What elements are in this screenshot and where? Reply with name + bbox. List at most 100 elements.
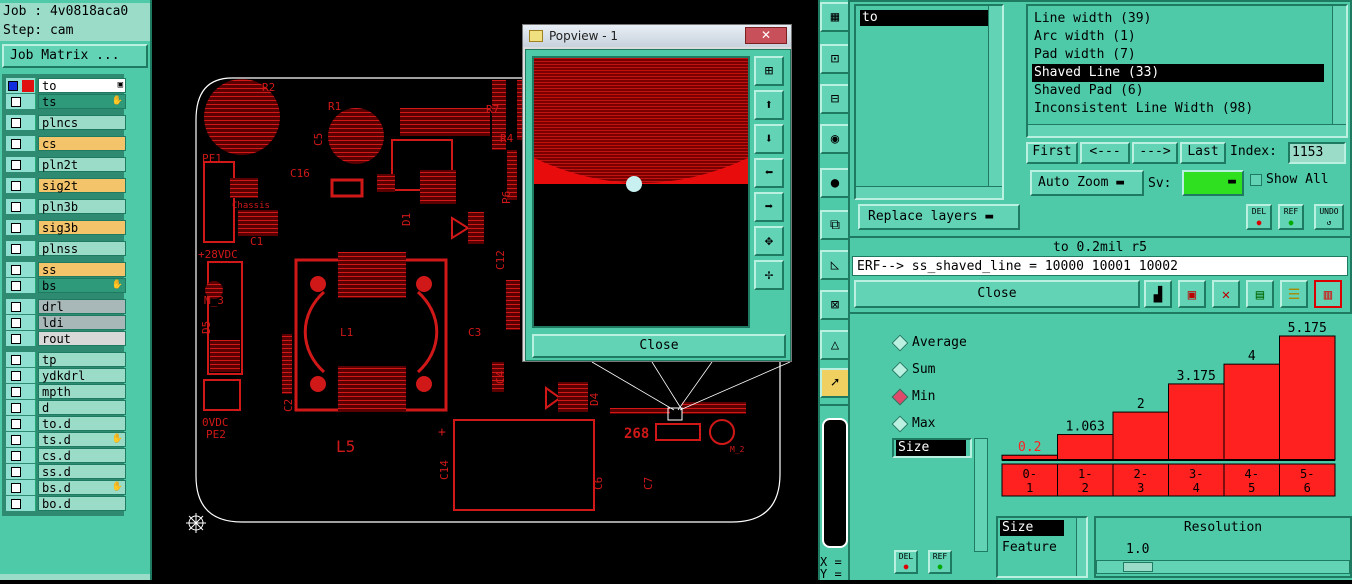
layer-name[interactable]: cs [38,136,126,151]
layer-toggle[interactable] [6,299,36,314]
tool-icon-3[interactable]: ⊟ [820,84,850,114]
layer-name[interactable]: rout [38,331,126,346]
layer-row-ss[interactable]: ss [6,262,126,277]
layer-toggle[interactable] [6,262,36,277]
layer-row-to[interactable]: to ▣ [6,78,126,93]
last-button[interactable]: Last [1180,142,1226,164]
layer-row-ts-d[interactable]: ts.d ✋ [6,432,126,447]
popview-canvas[interactable] [532,56,750,328]
job-matrix-button[interactable]: Job Matrix ... [2,44,148,68]
layer-checkbox[interactable] [11,318,21,328]
category-list[interactable]: Line width (39) Arc width (1) Pad width (7… [1026,4,1348,138]
stats-ref-button[interactable]: REF ● [928,550,952,574]
layer-row-tp[interactable]: tp [6,352,126,367]
stats-del-button[interactable]: DEL ● [894,550,918,574]
histogram-bar[interactable] [1112,411,1169,461]
histogram-bar[interactable] [1279,335,1336,461]
layer-checkbox[interactable] [11,371,21,381]
layer-row-pln3b[interactable]: pln3b [6,199,126,214]
dialog-ref-button[interactable]: REF ● [1278,204,1304,230]
cross-icon[interactable]: ✕ [1212,280,1240,308]
layer-toggle[interactable] [6,136,36,151]
measure-item-size[interactable]: Size [1000,520,1064,536]
layer-checkbox[interactable] [11,302,21,312]
layer-checkbox[interactable] [11,403,21,413]
layer-checkbox[interactable] [11,355,21,365]
layer-row-cs-d[interactable]: cs.d [6,448,126,463]
histogram-bar[interactable] [1168,383,1225,461]
layer-checkbox[interactable] [11,499,21,509]
layer-toggle[interactable] [6,157,36,172]
layer-name[interactable]: tp [38,352,126,367]
layer-row-cs[interactable]: cs [6,136,126,151]
layer-row-mpth[interactable]: mpth [6,384,126,399]
stat-option-average[interactable]: Average [890,334,990,352]
layer-name[interactable]: mpth [38,384,126,399]
layer-row-drl[interactable]: drl [6,299,126,314]
layer-checkbox[interactable] [11,467,21,477]
tool-icon-8[interactable]: ⊠ [820,290,850,320]
layer-checkbox[interactable] [11,451,21,461]
next-button[interactable]: ---> [1132,142,1178,164]
layer-toggle[interactable] [6,278,36,293]
list-icon[interactable]: ☰ [1280,280,1308,308]
layer-toggle[interactable] [6,115,36,130]
replace-layers-dropdown[interactable]: Replace layers ▬ [858,204,1020,230]
layer-row-bs-d[interactable]: bs.d ✋ [6,480,126,495]
tool-icon-1[interactable]: ▦ [820,2,850,32]
layer-toggle[interactable] [6,464,36,479]
dialog-del-button[interactable]: DEL ● [1246,204,1272,230]
layer-row-rout[interactable]: rout [6,331,126,346]
prev-button[interactable]: <--- [1080,142,1130,164]
layer-toggle[interactable] [6,94,36,109]
resolution-slider-thumb[interactable] [1123,562,1153,572]
stat-option-sum[interactable]: Sum [890,361,990,379]
pan-down-icon[interactable]: ⬇ [754,124,784,154]
category-item[interactable]: Shaved Line (33) [1032,64,1324,82]
triangle-tool-icon[interactable]: △ [820,330,850,360]
layer-toggle[interactable] [6,220,36,235]
auto-zoom-dropdown[interactable]: Auto Zoom ▬ [1030,170,1144,196]
layer-toggle[interactable] [6,241,36,256]
tool-icon-2[interactable]: ⊡ [820,44,850,74]
layer-toggle[interactable] [6,496,36,511]
pan-left-icon[interactable]: ⬅ [754,158,784,188]
layer-name[interactable]: sig2t [38,178,126,193]
layer-checkbox[interactable] [11,181,21,191]
layer-name[interactable]: ydkdrl [38,368,126,383]
layer-checkbox[interactable] [11,223,21,233]
stat-option-max[interactable]: Max [890,415,990,433]
layer-toggle[interactable] [6,400,36,415]
layer-name[interactable]: plnss [38,241,126,256]
layer-checkbox[interactable] [11,202,21,212]
radio-icon[interactable] [891,415,909,433]
report-icon[interactable]: ▣ [1178,280,1206,308]
layer-checkbox[interactable] [11,265,21,275]
tool-icon-7[interactable]: ◺ [820,250,850,280]
radio-icon[interactable] [891,334,909,352]
sv-color-dropdown[interactable]: ▬ [1182,170,1244,196]
layer-toggle[interactable] [6,480,36,495]
layer-checkbox[interactable] [8,81,18,91]
layer-row-to-d[interactable]: to.d [6,416,126,431]
layer-toggle[interactable] [6,331,36,346]
layer-checkbox[interactable] [11,483,21,493]
layer-row-plncs[interactable]: plncs [6,115,126,130]
result-layer-list[interactable]: to [854,4,1004,200]
layer-toggle[interactable] [6,178,36,193]
category-item[interactable]: Pad width (7) [1032,46,1324,64]
popview-close-button[interactable]: Close [532,334,786,358]
layer-toggle[interactable] [6,368,36,383]
stats-size-list[interactable]: Size [892,438,972,458]
layer-name[interactable]: d [38,400,126,415]
category-item[interactable]: Shaved Pad (6) [1032,82,1324,100]
tool-icon-5[interactable]: ● [820,168,850,198]
notes-icon[interactable]: ▤ [1246,280,1274,308]
dialog-undo-button[interactable]: UNDO ↺ [1314,204,1344,230]
layer-row-ldi[interactable]: ldi [6,315,126,330]
layer-toggle[interactable] [6,416,36,431]
layer-toggle[interactable] [6,78,36,93]
popview-titlebar[interactable]: Popview - 1 ✕ [523,25,791,47]
tool-icon-4[interactable]: ◉ [820,124,850,154]
layer-name[interactable]: cs.d [38,448,126,463]
